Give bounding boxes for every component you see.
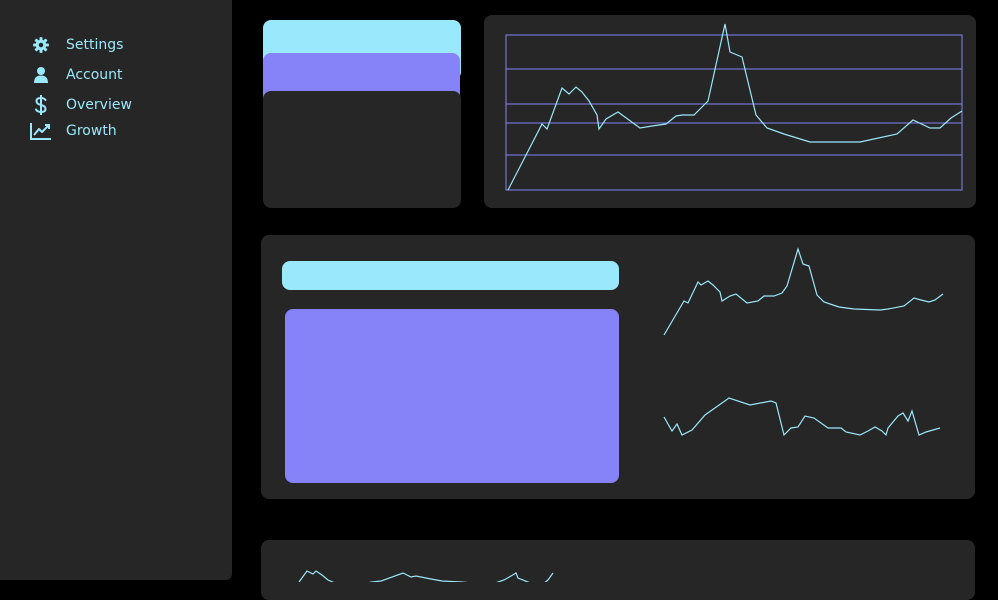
summary-body [263, 91, 461, 208]
bottom-sparkline-chart [298, 570, 554, 582]
sidebar-item-settings[interactable]: Settings [30, 34, 123, 56]
dollar-icon [30, 94, 52, 116]
stacked-summary-card [262, 20, 462, 208]
sidebar-item-account[interactable]: Account [30, 64, 123, 86]
sparkline-3 [298, 570, 554, 582]
sidebar-item-label: Overview [66, 97, 132, 113]
main-chart-card [484, 15, 976, 208]
sparklines [663, 247, 944, 437]
user-icon [30, 64, 52, 86]
sidebar-item-label: Settings [66, 37, 124, 53]
sidebar-item-growth[interactable]: Growth [30, 120, 117, 142]
gear-icon [30, 34, 52, 56]
main-line-chart [505, 23, 963, 191]
series-line [507, 23, 963, 191]
chart-line-icon [30, 120, 52, 142]
sidebar-item-overview[interactable]: Overview [30, 94, 132, 116]
sidebar-item-label: Account [66, 67, 123, 83]
bottom-card [261, 540, 975, 600]
sidebar-item-label: Growth [66, 123, 117, 139]
sidebar: Settings Account Overview Growth [0, 0, 232, 580]
chart-frame [505, 34, 963, 191]
detail-header-bar [282, 261, 619, 290]
sparkline-2 [663, 397, 941, 437]
sparkline-1 [663, 247, 944, 336]
detail-panel [285, 309, 619, 483]
detail-card [261, 235, 975, 499]
